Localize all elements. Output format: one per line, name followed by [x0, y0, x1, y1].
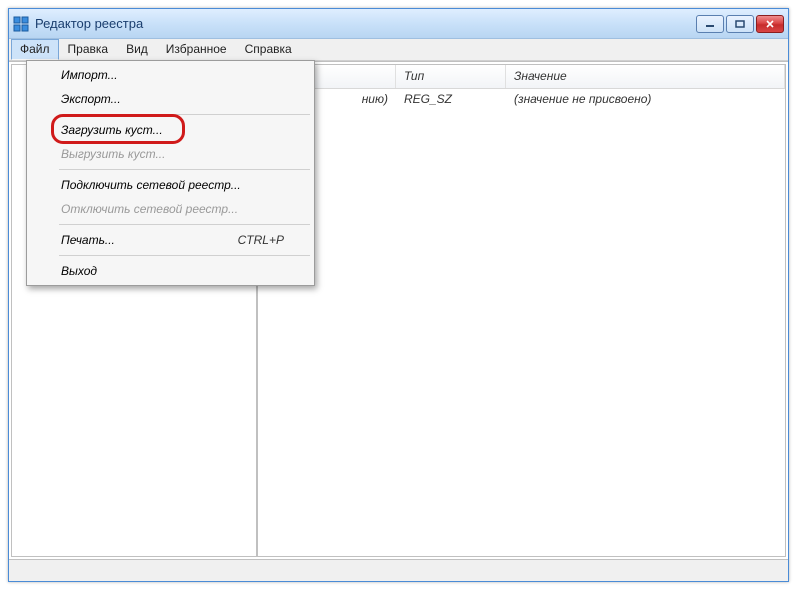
menu-entry[interactable]: Загрузить куст... — [29, 118, 312, 142]
menu-entry-label: Печать... — [61, 233, 115, 247]
menu-shortcut: CTRL+P — [238, 233, 284, 247]
menu-item[interactable]: Избранное — [157, 39, 236, 60]
menu-entry: Выгрузить куст... — [29, 142, 312, 166]
menu-item[interactable]: Правка — [59, 39, 118, 60]
menu-separator — [59, 224, 310, 225]
menu-entry-label: Подключить сетевой реестр... — [61, 178, 241, 192]
menu-entry-label: Загрузить куст... — [61, 123, 163, 137]
menu-entry[interactable]: Подключить сетевой реестр... — [29, 173, 312, 197]
statusbar — [9, 559, 788, 581]
cell-value: (значение не присвоено) — [506, 90, 785, 108]
list-header: Имя Тип Значение — [258, 65, 785, 89]
menu-entry[interactable]: Импорт... — [29, 63, 312, 87]
menu-item[interactable]: Вид — [117, 39, 157, 60]
app-window: Редактор реестра ФайлПравкаВидИзбранноеС… — [8, 8, 789, 582]
menu-entry-label: Выход — [61, 264, 97, 278]
cell-type: REG_SZ — [396, 90, 506, 108]
file-menu-dropdown: Импорт... Экспорт... Загрузить куст... Выгр… — [26, 60, 315, 286]
menu-separator — [59, 255, 310, 256]
menu-item[interactable]: Файл — [11, 39, 59, 60]
minimize-button[interactable] — [696, 15, 724, 33]
menu-entry[interactable]: Печать... CTRL+P — [29, 228, 312, 252]
menu-entry-label: Выгрузить куст... — [61, 147, 165, 161]
titlebar: Редактор реестра — [9, 9, 788, 39]
app-icon — [13, 16, 29, 32]
window-title: Редактор реестра — [35, 16, 696, 31]
table-row[interactable]: нию) REG_SZ (значение не присвоено) — [258, 89, 785, 109]
menu-entry: Отключить сетевой реестр... — [29, 197, 312, 221]
menubar: ФайлПравкаВидИзбранноеСправка — [9, 39, 788, 61]
menu-entry[interactable]: Экспорт... — [29, 87, 312, 111]
menu-separator — [59, 114, 310, 115]
menu-separator — [59, 169, 310, 170]
column-header-type[interactable]: Тип — [396, 65, 506, 88]
close-button[interactable] — [756, 15, 784, 33]
menu-item[interactable]: Справка — [236, 39, 301, 60]
column-header-value[interactable]: Значение — [506, 65, 785, 88]
menu-entry-label: Отключить сетевой реестр... — [61, 202, 238, 216]
window-controls — [696, 15, 784, 33]
menu-entry-label: Импорт... — [61, 68, 118, 82]
menu-entry-label: Экспорт... — [61, 92, 121, 106]
menu-entry[interactable]: Выход — [29, 259, 312, 283]
maximize-button[interactable] — [726, 15, 754, 33]
list-pane[interactable]: Имя Тип Значение нию) REG_SZ (значение н… — [257, 64, 786, 557]
